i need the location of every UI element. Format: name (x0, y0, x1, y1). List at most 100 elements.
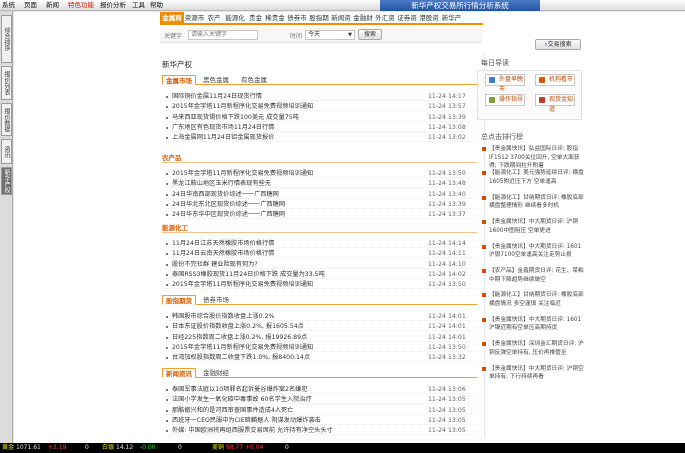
tab-12[interactable]: 港股资讯 (418, 12, 440, 35)
news-title[interactable]: 2015年金字塔11月新程序化交易免费视频培训通知 (172, 343, 313, 352)
menu-item-1[interactable]: 页面 (24, 1, 37, 10)
section-3-tab-0[interactable]: 股指期货 (162, 295, 196, 305)
status-item-8: 0 (285, 443, 289, 453)
time-select[interactable]: 今天 ▼ (305, 30, 355, 40)
news-title[interactable]: 泰国军事法庭以10项罪名起诉曼谷爆炸案2名嫌犯 (172, 385, 308, 394)
guide-icon (489, 77, 495, 83)
news-title[interactable]: 台湾加权股指数周二收盘下跌1.0%, 报8400.14点 (172, 353, 310, 362)
section-4-tab-0[interactable]: 新闻资讯 (162, 368, 196, 378)
bullet-icon (166, 173, 168, 175)
sidebar-tab-3[interactable]: 资讯 (1, 139, 12, 164)
news-title[interactable]: 马来西亚现货锡价格下跌100美元 成交量75吨 (172, 113, 299, 122)
news-row[interactable]: 那酷撤兴和的是河西审查国事件造成4人死亡 11-24 13:05 (166, 406, 477, 415)
search-button[interactable]: 搜索 (358, 29, 382, 40)
news-title[interactable]: 2015年金字塔11月新程序化交易免费视频培训通知 (172, 169, 313, 178)
news-row[interactable]: 24日华北东北区现货价综述一一广西糖网 11-24 13:39 (166, 200, 477, 209)
tab-4[interactable]: 贵金属 (247, 12, 264, 35)
news-title[interactable]: 2015年金字塔11月新程序化交易免费视频培训通知 (172, 102, 313, 111)
tab-0[interactable]: 金属商讯 (160, 12, 184, 35)
sidebar-tab-2[interactable]: 报价数据 (1, 103, 12, 136)
news-row[interactable]: 广东地区有色现货市场11月24日行情 11-24 13:08 (166, 123, 477, 132)
menu-item-2[interactable]: 新闻 (46, 1, 59, 10)
tab-5[interactable]: 稀贵金属 (264, 12, 286, 35)
news-row[interactable]: 泰国RSS3橡胶现货11月24日价格下跌 成交量为33.5吨 11-24 14:0… (166, 270, 477, 279)
news-title[interactable]: 泰国RSS3橡胶现货11月24日价格下跌 成交量为33.5吨 (172, 270, 325, 279)
news-title[interactable]: 日经225指数周二收盘上涨0.2%, 报19926.89点 (172, 333, 307, 342)
news-row[interactable]: 法国小学发生一氧化碳中毒事故 60名学生入院治疗 11-24 13:05 (166, 395, 477, 405)
news-date: 11-24 13:39 (428, 113, 466, 121)
sidebar-tab-4[interactable]: 新华产权 (1, 167, 12, 195)
trade-search-button[interactable]: ⌕交易搜索 (535, 39, 581, 50)
news-row[interactable]: 11月24日江苏天然橡胶市场价格行情 11-24 14:14 (166, 239, 477, 248)
rank-bullet-icon (482, 195, 486, 200)
news-row[interactable]: 国际铜价金属11月24日现货行情 11-24 14:17 (166, 92, 477, 101)
tab-1[interactable]: 资源市场 (184, 12, 205, 35)
news-title[interactable]: 那酷撤兴和的是河西审查国事件造成4人死亡 (172, 406, 294, 415)
news-title[interactable]: 日本东证股价指数收盘上涨0.2%, 报1605.54点 (172, 322, 304, 331)
rank-text: 【能源化工】甘纳期货日评: 橡胶底部横盘情况 多空谨慎 关注临近 (489, 292, 584, 307)
news-title[interactable]: 国际铜价金属11月24日现货行情 (172, 92, 262, 101)
news-row[interactable]: 马来西亚现货锡价格下跌100美元 成交量75吨 11-24 13:39 (166, 113, 477, 122)
news-date: 11-24 13:05 (428, 406, 466, 414)
sidebar-tab-0[interactable]: 综合排序 (1, 15, 12, 63)
guide-button-1[interactable]: 机构看市 (535, 74, 575, 86)
news-row[interactable]: 2015年金字塔11月新程序化交易免费视频培训通知 11-24 13:57 (166, 102, 477, 112)
menu-item-3[interactable]: 特色功能 (68, 1, 94, 10)
news-title[interactable]: 西班牙一CEO民服中为CIE暗麟据人 阴谋发动爆炸袭击 (172, 416, 321, 425)
guide-icon (539, 77, 545, 83)
news-title[interactable]: 广东地区有色现货市场11月24日行情 (172, 123, 274, 132)
news-title[interactable]: 外媒: 中国欧洲将再组西服票交易席前 允许持有净空头头寸 (172, 426, 333, 435)
news-title[interactable]: 11月24日江苏天然橡胶市场价格行情 (172, 239, 274, 248)
news-row[interactable]: 24日华东华中区现货价综述一一广西糖网 11-24 13:37 (166, 210, 477, 220)
news-title[interactable]: 11月24日云南天然橡胶市场价格行情 (172, 249, 274, 258)
news-title[interactable]: 黑龙江鞍山地区玉米行情表现有些无 (172, 179, 271, 188)
news-title[interactable]: 韩国股市综合股价指数收盘上涨0.2% (172, 312, 274, 321)
news-row[interactable]: 外媒: 中国欧洲将再组西服票交易席前 允许持有净空头头寸 11-24 13:05 (166, 426, 477, 436)
section-0-tab-2[interactable]: 有色金属 (238, 75, 270, 85)
news-row[interactable]: 上海金属网11月24日铝金属现货报价 11-24 13:02 (166, 133, 477, 143)
tab-2[interactable]: 农产品 (205, 12, 223, 35)
news-row[interactable]: 台湾加权股指数周二收盘下跌1.0%, 报8400.14点 11-24 13:32 (166, 353, 477, 363)
news-title[interactable]: 24日华东华中区现货价综述一一广西糖网 (172, 210, 285, 219)
news-title[interactable]: 法国小学发生一氧化碳中毒事故 60名学生入院治疗 (172, 395, 312, 404)
news-title[interactable]: 2015年金字塔11月新程序化交易免费视频培训通知 (172, 280, 313, 289)
keyword-input[interactable] (188, 30, 258, 40)
tab-7[interactable]: 股指期货 (308, 12, 330, 35)
tab-8[interactable]: 新闻资讯 (330, 12, 352, 35)
news-row[interactable]: 11月24日云南天然橡胶市场价格行情 11-24 14:11 (166, 249, 477, 259)
tab-10[interactable]: 外汇资讯 (374, 12, 396, 35)
news-row[interactable]: 24日华南西部现货价综述一一广西糖网 11-24 13:40 (166, 190, 477, 199)
section-4-tab-1[interactable]: 金融财经 (200, 368, 232, 378)
tab-3[interactable]: 能源化工 (223, 12, 247, 35)
tab-6[interactable]: 债券市场 (286, 12, 308, 35)
section-0-tab-0[interactable]: 金属市场 (162, 75, 196, 85)
menu-item-4[interactable]: 报价分析 (100, 1, 126, 10)
news-row[interactable]: 西班牙一CEO民服中为CIE暗麟据人 阴谋发动爆炸袭击 11-24 13:05 (166, 416, 477, 425)
guide-button-label: 机构看市 (549, 76, 574, 83)
news-title[interactable]: 股份不完社群 建业险现有何为? (172, 260, 258, 269)
news-row[interactable]: 2015年金字塔11月新程序化交易免费视频培训通知 11-24 13:50 (166, 343, 477, 352)
guide-button-2[interactable]: 操作指导 (485, 94, 525, 106)
guide-button-3[interactable]: 现货金知道 (535, 94, 575, 113)
news-row[interactable]: 韩国股市综合股价指数收盘上涨0.2% 11-24 14:01 (166, 312, 477, 321)
section-0-tab-1[interactable]: 黑色金属 (200, 75, 232, 85)
news-row[interactable]: 日本东证股价指数收盘上涨0.2%, 报1605.54点 11-24 14:01 (166, 322, 477, 332)
news-title[interactable]: 24日华北东北区现货价综述一一广西糖网 (172, 200, 285, 209)
tab-11[interactable]: 证券资讯 (396, 12, 418, 35)
menu-item-6[interactable]: 帮助 (150, 1, 163, 10)
tab-13[interactable]: 新华产权 (440, 12, 463, 35)
menu-item-5[interactable]: 工具 (132, 1, 145, 10)
news-title[interactable]: 上海金属网11月24日铝金属现货报价 (172, 133, 274, 142)
news-title[interactable]: 24日华南西部现货价综述一一广西糖网 (172, 190, 279, 199)
news-row[interactable]: 2015年金字塔11月新程序化交易免费视频培训通知 11-24 13:50 (166, 280, 477, 290)
tab-9[interactable]: 金融财经 (352, 12, 374, 35)
section-3-tab-1[interactable]: 债券市场 (200, 295, 232, 305)
menu-item-0[interactable]: 系统 (2, 1, 15, 10)
news-row[interactable]: 2015年金字塔11月新程序化交易免费视频培训通知 11-24 13:50 (166, 169, 477, 178)
sidebar-tab-1[interactable]: 报价列表 (1, 66, 12, 100)
news-row[interactable]: 股份不完社群 建业险现有何为? 11-24 14:10 (166, 260, 477, 269)
news-row[interactable]: 泰国军事法庭以10项罪名起诉曼谷爆炸案2名嫌犯 11-24 13:06 (166, 385, 477, 394)
guide-button-0[interactable]: 外盘早晚市 (485, 74, 525, 93)
news-row[interactable]: 日经225指数周二收盘上涨0.2%, 报19926.89点 11-24 14:01 (166, 333, 477, 342)
news-row[interactable]: 黑龙江鞍山地区玉米行情表现有些无 11-24 13:48 (166, 179, 477, 189)
